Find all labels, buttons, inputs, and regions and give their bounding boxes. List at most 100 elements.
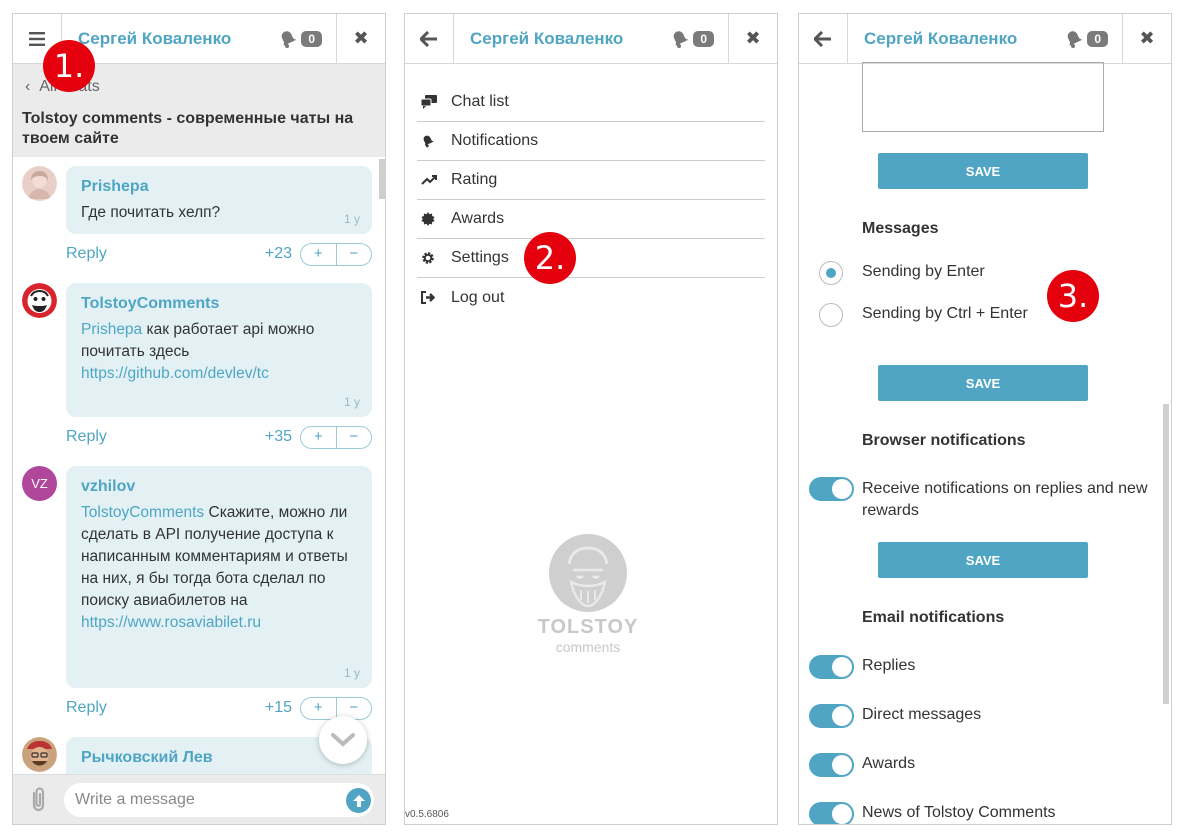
chat-panel: Сергей Коваленко 0 ✖ 1. ‹ All chats Tols… xyxy=(12,13,386,825)
arrow-up-icon xyxy=(352,794,365,807)
send-ctrl-enter-label[interactable]: Sending by Ctrl + Enter xyxy=(862,303,1028,325)
scrollbar[interactable] xyxy=(1163,404,1169,704)
user-name[interactable]: Сергей Коваленко xyxy=(62,14,278,63)
arrow-left-icon xyxy=(814,30,831,47)
signature-textarea[interactable] xyxy=(862,62,1104,132)
bell-icon xyxy=(423,135,434,148)
toggle-email-news[interactable] xyxy=(809,802,854,824)
message-time: 1 y xyxy=(343,395,360,409)
message-text: TolstoyComments Скажите, можно ли сделат… xyxy=(81,502,357,634)
toggle-email-replies[interactable] xyxy=(809,655,854,679)
message-text: Prishepa как работает api можно почитать… xyxy=(81,319,357,385)
save-button[interactable]: SAVE xyxy=(878,542,1088,578)
settings-panel: Сергей Коваленко 0 ✖ SAVE Messages Sendi… xyxy=(798,13,1172,825)
vote-buttons: + − xyxy=(300,426,372,449)
arrow-left-icon xyxy=(420,30,437,47)
step-badge-1: 1. xyxy=(43,40,95,92)
vote-down-button[interactable]: − xyxy=(337,427,372,448)
email-section-title: Email notifications xyxy=(862,609,1005,626)
message-link[interactable]: https://github.com/devlev/tc xyxy=(81,365,269,382)
bell-icon xyxy=(282,30,297,48)
vote-up-button[interactable]: + xyxy=(301,244,337,265)
send-enter-label[interactable]: Sending by Enter xyxy=(862,261,985,283)
radio-send-enter[interactable] xyxy=(819,261,843,285)
send-button[interactable] xyxy=(346,788,371,813)
message-time: 1 y xyxy=(343,212,360,226)
menu-panel: Сергей Коваленко 0 ✖ Chat list Notificat… xyxy=(404,13,778,825)
notifications-button[interactable]: 0 xyxy=(670,14,728,63)
gear-icon xyxy=(422,252,434,264)
vote-down-button[interactable]: − xyxy=(337,244,372,265)
reply-row: Reply +23 + − xyxy=(66,243,372,267)
notif-count: 0 xyxy=(301,30,322,47)
message-input[interactable] xyxy=(64,783,374,817)
close-icon: ✖ xyxy=(1139,28,1155,48)
message-score: +23 xyxy=(264,245,292,262)
message-author[interactable]: TolstoyComments xyxy=(81,295,357,313)
reply-button[interactable]: Reply xyxy=(66,245,107,263)
vote-up-button[interactable]: + xyxy=(301,427,337,448)
tolstoy-face-icon xyxy=(549,534,627,612)
notifications-button[interactable]: 0 xyxy=(1064,14,1122,63)
reply-button[interactable]: Reply xyxy=(66,428,107,446)
radio-send-ctrl-enter[interactable] xyxy=(819,303,843,327)
message-author[interactable]: vzhilov xyxy=(81,478,357,496)
save-button[interactable]: SAVE xyxy=(878,153,1088,189)
chat-title: Tolstoy comments - современные чаты на т… xyxy=(22,110,354,147)
menu-item-label: Notifications xyxy=(451,132,539,149)
menu-item-rating[interactable]: Rating xyxy=(417,161,765,200)
bell-icon xyxy=(674,30,689,48)
notifications-button[interactable]: 0 xyxy=(278,14,336,63)
message-score: +15 xyxy=(264,699,292,716)
reply-button[interactable]: Reply xyxy=(66,699,107,717)
menu-item-settings[interactable]: Settings xyxy=(417,239,765,278)
user-name[interactable]: Сергей Коваленко xyxy=(454,14,670,63)
save-button[interactable]: SAVE xyxy=(878,365,1088,401)
scroll-down-button[interactable] xyxy=(319,716,367,764)
menu-item-label: Rating xyxy=(451,171,498,188)
notif-count: 0 xyxy=(693,30,714,47)
chat-list-icon xyxy=(421,95,437,109)
message-author[interactable]: Рычковский Лев xyxy=(81,749,357,767)
reply-row: Reply +15 + − xyxy=(66,697,372,721)
menu-item-label: Awards xyxy=(451,210,505,227)
bell-icon xyxy=(1068,30,1083,48)
logo-sub: comments xyxy=(555,639,621,655)
avatar[interactable]: VZ xyxy=(22,466,57,501)
message-time: 1 y xyxy=(343,666,360,680)
menu-item-awards[interactable]: Awards xyxy=(417,200,765,239)
scrollbar[interactable] xyxy=(379,159,385,199)
mention-link[interactable]: Prishepa xyxy=(81,321,142,338)
menu-item-notifications[interactable]: Notifications xyxy=(417,122,765,161)
avatar[interactable] xyxy=(22,166,57,201)
message-bubble: vzhilov TolstoyComments Скажите, можно л… xyxy=(66,466,372,688)
close-button[interactable]: ✖ xyxy=(1122,14,1171,63)
toggle-email-awards[interactable] xyxy=(809,753,854,777)
avatar[interactable] xyxy=(22,737,57,772)
toggle-email-direct[interactable] xyxy=(809,704,854,728)
user-name[interactable]: Сергей Коваленко xyxy=(848,14,1064,63)
close-icon: ✖ xyxy=(745,28,761,48)
toggle-browser-notifications[interactable] xyxy=(809,477,854,501)
close-button[interactable]: ✖ xyxy=(728,14,777,63)
hamburger-icon xyxy=(29,31,45,46)
menu-item-label: Log out xyxy=(451,288,505,306)
message-link[interactable]: https://www.rosaviabilet.ru xyxy=(81,614,261,631)
logo-word: TOLSTOY xyxy=(537,616,639,638)
paperclip-icon[interactable] xyxy=(27,787,49,813)
step-badge-2: 2. xyxy=(524,232,576,284)
email-option-label: Awards xyxy=(862,755,916,772)
chevron-left-icon: ‹ xyxy=(25,78,40,95)
close-button[interactable]: ✖ xyxy=(336,14,385,63)
tolstoy-logo: TOLSTOY comments xyxy=(533,534,643,655)
back-button[interactable] xyxy=(405,14,454,63)
menu-item-logout[interactable]: Log out xyxy=(417,278,765,317)
mention-link[interactable]: TolstoyComments xyxy=(81,504,204,521)
avatar[interactable] xyxy=(22,283,57,318)
back-button[interactable] xyxy=(799,14,848,63)
notif-count: 0 xyxy=(1087,30,1108,47)
menu-item-chat-list[interactable]: Chat list xyxy=(417,83,765,122)
browser-option-label: Receive notifications on replies and new… xyxy=(862,480,1148,519)
message-author[interactable]: Prishepa xyxy=(81,178,357,196)
vote-up-button[interactable]: + xyxy=(301,698,337,719)
